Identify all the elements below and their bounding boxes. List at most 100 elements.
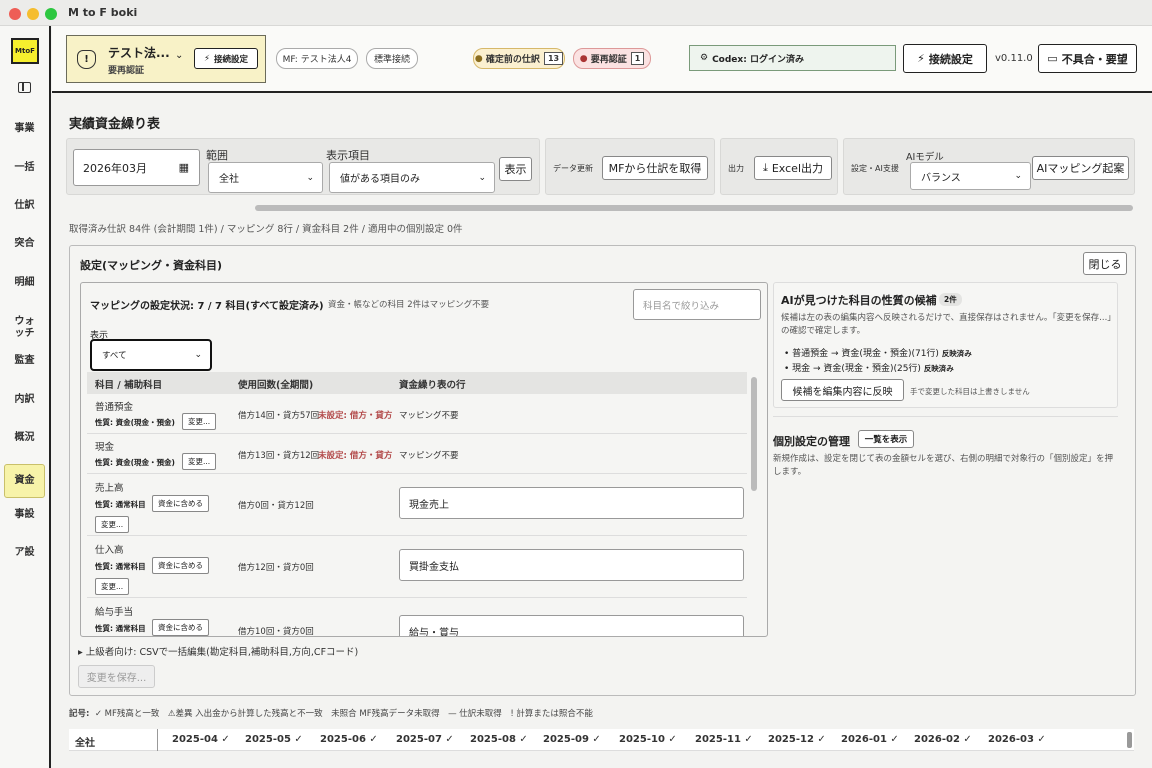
include-fund-button[interactable]: 資金に含める — [152, 495, 209, 512]
month-column[interactable]: 2025-12 ✓ — [768, 734, 826, 745]
pending-journal-pill[interactable]: ● 確定前の仕訳 13 — [473, 48, 565, 69]
company-name: テスト法... — [108, 46, 170, 60]
change-button[interactable]: 変更... — [95, 578, 130, 595]
range-label: 範囲 — [206, 149, 228, 162]
mapping-note: 資金・帳などの科目 2件はマッピング不要 — [328, 300, 490, 310]
calendar-icon: ▦ — [178, 161, 189, 174]
save-changes-button[interactable]: 変更を保存... — [78, 665, 155, 688]
reauth-pill[interactable]: ● 要再認証 1 — [573, 48, 651, 69]
ai-suggestion-box: AIが見つけた科目の性質の候補 2件 候補は左の表の編集内容へ反映されるだけで、… — [773, 282, 1118, 408]
month-column[interactable]: 2025-09 ✓ — [543, 734, 601, 745]
app-logo[interactable]: MtoF — [11, 38, 39, 64]
month-column[interactable]: 2025-08 ✓ — [470, 734, 528, 745]
show-list-button[interactable]: 一覧を表示 — [858, 430, 914, 448]
range-select[interactable]: 全社 ⌄ — [208, 162, 323, 193]
download-icon: ⤓ — [762, 161, 768, 174]
excel-export-button[interactable]: ⤓ Excel出力 — [754, 156, 832, 180]
ai-settings-label: 設定・AI支援 — [851, 164, 899, 173]
sidebar-item-kansa[interactable]: 監査 — [4, 355, 45, 367]
sidebar-item-shiwake[interactable]: 仕訳 — [4, 200, 45, 212]
month-column[interactable]: 2026-02 ✓ — [914, 734, 972, 745]
plug-icon: ⚡ — [204, 53, 210, 64]
ai-suggestion-count: 2件 — [939, 293, 962, 306]
month-column[interactable]: 2026-01 ✓ — [841, 734, 899, 745]
change-button[interactable]: 変更... — [182, 453, 217, 470]
sidebar-item-watch[interactable]: ウォッチ — [4, 316, 45, 340]
include-fund-button[interactable]: 資金に含める — [152, 619, 209, 636]
month-column[interactable]: 2025-05 ✓ — [245, 734, 303, 745]
ai-settings-card: 設定・AI支援 AIモデル バランス ⌄ AIマッピング起案 — [843, 138, 1135, 195]
subject-property: 性質: 通常科目 — [95, 500, 146, 509]
chevron-down-icon: ⌄ — [306, 172, 314, 183]
sidebar-item-jisetsu[interactable]: 事設 — [4, 509, 45, 521]
window-title: M to F boki — [68, 6, 138, 19]
subject-name: 売上高 — [95, 483, 124, 494]
divider — [773, 416, 1118, 417]
show-button[interactable]: 表示 — [499, 157, 532, 181]
ai-model-select[interactable]: バランス ⌄ — [910, 162, 1031, 190]
ai-mapping-button[interactable]: AIマッピング起案 — [1032, 156, 1129, 180]
apply-suggestion-button[interactable]: 候補を編集内容に反映 — [781, 379, 904, 401]
sidebar-item-shikin[interactable]: 資金 — [4, 464, 45, 498]
mf-company-pill: MF: テスト法人4 — [276, 48, 358, 69]
company-connect-button[interactable]: ⚡ 接続設定 — [194, 48, 258, 69]
feedback-button[interactable]: ▭ 不具合・要望 — [1038, 44, 1137, 73]
table-row: 仕入高 性質: 通常科目 資金に含める 変更... 借方12回・貸方0回 買掛金… — [87, 536, 747, 598]
month-column[interactable]: 2025-11 ✓ — [695, 734, 753, 745]
table-scrollbar[interactable] — [751, 377, 757, 491]
month-column[interactable]: 2025-07 ✓ — [396, 734, 454, 745]
chevron-down-icon: ⌄ — [194, 350, 202, 360]
mapping-panel: マッピングの設定状況: 7 / 7 科目(すべて設定済み) 資金・帳などの科目 … — [80, 282, 768, 637]
sidebar-item-uchiwake[interactable]: 内訳 — [4, 394, 45, 406]
display-items-select[interactable]: 値がある項目のみ ⌄ — [329, 162, 495, 193]
month-input[interactable]: 2026年03月 ▦ — [73, 149, 200, 186]
mapping-input[interactable]: 買掛金支払 — [399, 549, 744, 581]
ai-suggestion-item: • 現金 → 資金(現金・預金)(25行) 反映済み — [784, 364, 954, 374]
include-fund-button[interactable]: 資金に含める — [152, 557, 209, 574]
change-button[interactable]: 変更... — [182, 413, 217, 430]
sidebar-item-gaikyo[interactable]: 概況 — [4, 432, 45, 444]
legend: 記号: ✓ MF残高と一致 ⚠差異 入出金から計算した残高と不一致 未照合 MF… — [69, 709, 593, 719]
display-items-label: 表示項目 — [326, 149, 370, 162]
connection-settings-button[interactable]: ⚡ 接続設定 — [903, 44, 987, 73]
subject-filter-input[interactable]: 科目名で絞り込み — [633, 289, 761, 320]
month-column[interactable]: 2025-06 ✓ — [320, 734, 378, 745]
sidebar-item-meisai[interactable]: 明細 — [4, 277, 45, 289]
subject-property: 性質: 資金(現金・預金) — [95, 418, 175, 427]
table-row: 給与手当 性質: 通常科目 資金に含める 借方10回・貸方0回 給与・賞与 — [87, 598, 747, 636]
zoom-window-button[interactable] — [45, 8, 57, 20]
toggle-panel-icon[interactable] — [18, 82, 31, 93]
header: ! テスト法... 要再認証 ⌄ ⚡ 接続設定 MF: テスト法人4 標準接続 ●… — [52, 26, 1152, 93]
month-column[interactable]: 2026-03 ✓ — [988, 734, 1046, 745]
table-row: 現金 性質: 資金(現金・預金) 変更... 借方13回・貸方12回 未設定: … — [87, 434, 747, 474]
mapping-input[interactable]: 給与・賞与 — [399, 615, 744, 636]
close-window-button[interactable] — [9, 8, 21, 20]
ai-suggestion-description: 候補は左の表の編集内容へ反映されるだけで、直接保存はされません。「変更を保存..… — [781, 313, 1112, 336]
divider — [157, 729, 158, 751]
horizontal-scrollbar[interactable] — [255, 205, 1133, 211]
close-settings-button[interactable]: 閉じる — [1083, 252, 1127, 275]
settings-panel: 設定(マッピング・資金科目) 閉じる マッピングの設定状況: 7 / 7 科目(… — [69, 245, 1136, 696]
company-selector[interactable]: ! テスト法... 要再認証 ⌄ ⚡ 接続設定 — [66, 35, 266, 83]
fetch-mf-journal-button[interactable]: MFから仕訳を取得 — [602, 156, 708, 180]
sidebar-item-jigyo[interactable]: 事業 — [4, 123, 45, 135]
chevron-down-icon: ⌄ — [1014, 171, 1022, 181]
subject-name: 普通預金 — [95, 402, 134, 413]
mapping-input[interactable]: 現金売上 — [399, 487, 744, 519]
sidebar-item-asetsu[interactable]: ア設 — [4, 547, 45, 559]
month-column[interactable]: 2025-10 ✓ — [619, 734, 677, 745]
sidebar-item-ikkatsu[interactable]: 一括 — [4, 162, 45, 174]
minimize-window-button[interactable] — [27, 8, 39, 20]
gear-icon: ⚙ — [700, 53, 709, 63]
standard-connection-pill: 標準接続 — [366, 48, 418, 69]
usage-count: 借方0回・貸方12回 — [238, 501, 314, 511]
sidebar-item-totsugo[interactable]: 突合 — [4, 238, 45, 250]
table-row: 売上高 性質: 通常科目 資金に含める 変更... 借方0回・貸方12回 現金売… — [87, 474, 747, 536]
settings-title: 設定(マッピング・資金科目) — [80, 259, 223, 272]
advanced-csv-toggle[interactable]: ▸ 上級者向け: CSVで一括編集(勘定科目,補助科目,方向,CFコード) — [78, 644, 358, 658]
table-scrollbar[interactable] — [1127, 732, 1132, 748]
month-column[interactable]: 2025-04 ✓ — [172, 734, 230, 745]
display-filter-select[interactable]: すべて ⌄ — [90, 339, 212, 371]
change-button[interactable]: 変更... — [95, 516, 130, 533]
mapping-value: マッピング不要 — [399, 411, 459, 421]
